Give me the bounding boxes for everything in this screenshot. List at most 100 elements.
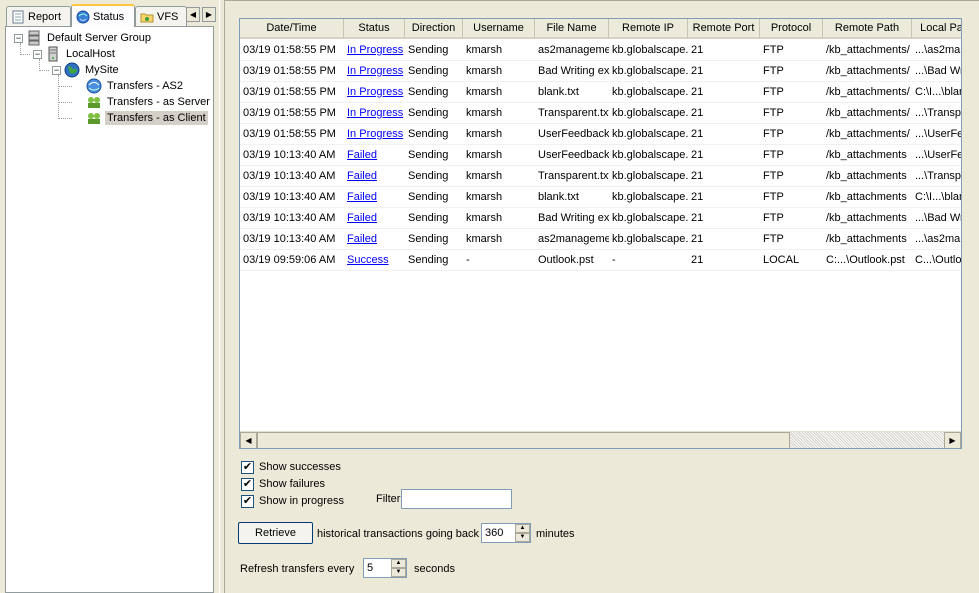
retrieve-button[interactable]: Retrieve: [238, 522, 313, 544]
checkmark-icon: ✔: [242, 477, 253, 490]
collapse-icon[interactable]: −: [52, 65, 61, 75]
col-status-header[interactable]: Status: [344, 19, 405, 39]
scroll-thumb[interactable]: [257, 432, 790, 448]
scroll-track[interactable]: [790, 432, 944, 448]
col-file-name-header[interactable]: File Name: [535, 19, 609, 39]
status-link[interactable]: In Progress: [344, 40, 405, 60]
tree-node-label: Transfers - as Server: [107, 96, 210, 108]
tree-node-transfers-as-client[interactable]: Transfers - as Client: [86, 110, 208, 126]
tab-scroll-left-button[interactable]: ◀: [186, 7, 200, 22]
collapse-icon[interactable]: −: [33, 49, 42, 59]
col-protocol-cell: LOCAL: [763, 254, 800, 266]
col-username-cell: kmarsh: [466, 233, 503, 245]
tree-node-transfers-as-server[interactable]: Transfers - as Server: [86, 94, 212, 110]
table-row[interactable]: 03/19 01:58:55 PM In Progress Sending kmars…: [240, 40, 961, 61]
table-row[interactable]: 03/19 09:59:06 AM Success Sending - Outlook.…: [240, 250, 962, 271]
status-link[interactable]: Failed: [344, 145, 405, 165]
status-link[interactable]: In Progress: [344, 103, 405, 123]
tree-node-mysite[interactable]: − MySite: [52, 62, 121, 78]
col-direction-header[interactable]: Direction: [405, 19, 463, 39]
tab-scroll-right-button[interactable]: ▶: [202, 7, 216, 22]
show-failures-label: Show failures: [259, 478, 326, 490]
vfs-folder-icon: [140, 10, 154, 24]
tree-node-default-server-group[interactable]: − Default Server Group: [14, 30, 153, 46]
col-local-path-cell: C...\Outlo: [915, 254, 962, 266]
col-remote-ip-cell: kb.globalscape.: [612, 149, 688, 161]
table-row[interactable]: 03/19 01:58:55 PM In Progress Sending kmars…: [240, 103, 961, 124]
tree-node-transfers-as2[interactable]: Transfers - AS2: [86, 78, 185, 94]
spin-up-button[interactable]: ▲: [391, 559, 406, 568]
col-protocol-header[interactable]: Protocol: [760, 19, 823, 39]
col-file-name-cell: Bad Writing ex: [538, 65, 609, 77]
show-failures-option[interactable]: ✔ Show failures: [241, 476, 325, 492]
col-remote-port-cell: 21: [691, 212, 704, 224]
show-successes-option[interactable]: ✔ Show successes: [241, 459, 341, 475]
table-row[interactable]: 03/19 10:13:40 AM Failed Sending kmarsh User…: [240, 145, 961, 166]
table-row[interactable]: 03/19 01:58:55 PM In Progress Sending kmars…: [240, 82, 961, 103]
status-link[interactable]: In Progress: [344, 61, 405, 81]
table-row[interactable]: 03/19 10:13:40 AM Failed Sending kmarsh Tran…: [240, 166, 962, 187]
status-link[interactable]: Failed: [344, 229, 405, 249]
col-datetime-cell: 03/19 10:13:40 AM: [243, 170, 336, 182]
col-file-name-cell: Bad Writing ex: [538, 212, 609, 224]
server-tree[interactable]: − Default Server Group − LocalHost − MyS…: [5, 26, 214, 593]
tab-report[interactable]: Report: [6, 6, 71, 26]
collapse-icon[interactable]: −: [14, 33, 23, 43]
tab-status[interactable]: Status: [71, 4, 135, 27]
refresh-seconds-spinner[interactable]: 5 ▲ ▼: [363, 558, 407, 578]
horizontal-scrollbar[interactable]: ◀ ▶: [240, 431, 961, 448]
tree-node-localhost[interactable]: − LocalHost: [33, 46, 117, 62]
col-remote-path-cell: /kb_attachments/: [826, 44, 910, 56]
table-row[interactable]: 03/19 01:58:55 PM In Progress Sending kmars…: [240, 124, 961, 145]
col-file-name-cell: as2management: [538, 233, 609, 245]
status-link[interactable]: Failed: [344, 166, 405, 186]
show-in-progress-option[interactable]: ✔ Show in progress: [241, 493, 344, 509]
col-username-cell: kmarsh: [466, 107, 503, 119]
tab-status-label: Status: [93, 10, 125, 23]
col-protocol-cell: FTP: [763, 128, 784, 140]
show-successes-label: Show successes: [259, 461, 341, 473]
spin-down-button[interactable]: ▼: [391, 568, 406, 577]
filter-input[interactable]: [401, 489, 512, 509]
arrow-left-icon: ◀: [245, 436, 252, 445]
status-link[interactable]: Failed: [344, 187, 405, 207]
status-icon: [76, 10, 90, 24]
table-row[interactable]: 03/19 01:58:55 PM In Progress Sending kmars…: [240, 61, 961, 82]
tab-report-label: Report: [28, 10, 62, 23]
col-local-path-cell: ...\Transpa: [915, 170, 962, 182]
col-remote-path-cell: /kb_attachments: [826, 149, 907, 161]
col-local-path-header[interactable]: Local Pa: [912, 19, 961, 39]
checkmark-icon: ✔: [242, 494, 253, 507]
history-minutes-spinner[interactable]: 360 ▲ ▼: [481, 523, 531, 543]
col-remote-ip-cell: kb.globalscape.: [612, 128, 688, 140]
show-in-progress-checkbox[interactable]: ✔: [241, 494, 254, 508]
users-transfer-icon: [86, 110, 102, 126]
show-failures-checkbox[interactable]: ✔: [241, 477, 254, 491]
table-row[interactable]: 03/19 10:13:40 AM Failed Sending kmarsh Bad …: [240, 208, 961, 229]
col-remote-port-header[interactable]: Remote Port: [688, 19, 760, 39]
col-remote-ip-header[interactable]: Remote IP: [609, 19, 688, 39]
scroll-left-button[interactable]: ◀: [240, 432, 257, 448]
col-remote-port-cell: 21: [691, 233, 704, 245]
status-link[interactable]: Failed: [344, 208, 405, 228]
col-remote-path-cell: /kb_attachments: [826, 170, 907, 182]
table-row[interactable]: 03/19 10:13:40 AM Failed Sending kmarsh blan…: [240, 187, 961, 208]
col-username-cell: kmarsh: [466, 86, 503, 98]
col-remote-path-header[interactable]: Remote Path: [823, 19, 912, 39]
scroll-right-button[interactable]: ▶: [944, 432, 961, 448]
transfers-grid[interactable]: Date/Time Status Direction Username File Nam…: [239, 18, 962, 449]
spin-down-button[interactable]: ▼: [515, 533, 530, 542]
col-datetime-header[interactable]: Date/Time: [240, 19, 344, 39]
tab-vfs[interactable]: VFS: [135, 6, 187, 26]
status-link[interactable]: Success: [344, 250, 405, 270]
col-username-header[interactable]: Username: [463, 19, 535, 39]
col-direction-cell: Sending: [408, 233, 449, 245]
col-remote-ip-cell: kb.globalscape.: [612, 107, 688, 119]
col-remote-port-cell: 21: [691, 65, 704, 77]
spin-up-button[interactable]: ▲: [515, 524, 530, 533]
table-row[interactable]: 03/19 10:13:40 AM Failed Sending kmarsh as2m…: [240, 229, 961, 250]
show-successes-checkbox[interactable]: ✔: [241, 460, 254, 474]
col-protocol-cell: FTP: [763, 65, 784, 77]
status-link[interactable]: In Progress: [344, 124, 405, 144]
status-link[interactable]: In Progress: [344, 82, 405, 102]
